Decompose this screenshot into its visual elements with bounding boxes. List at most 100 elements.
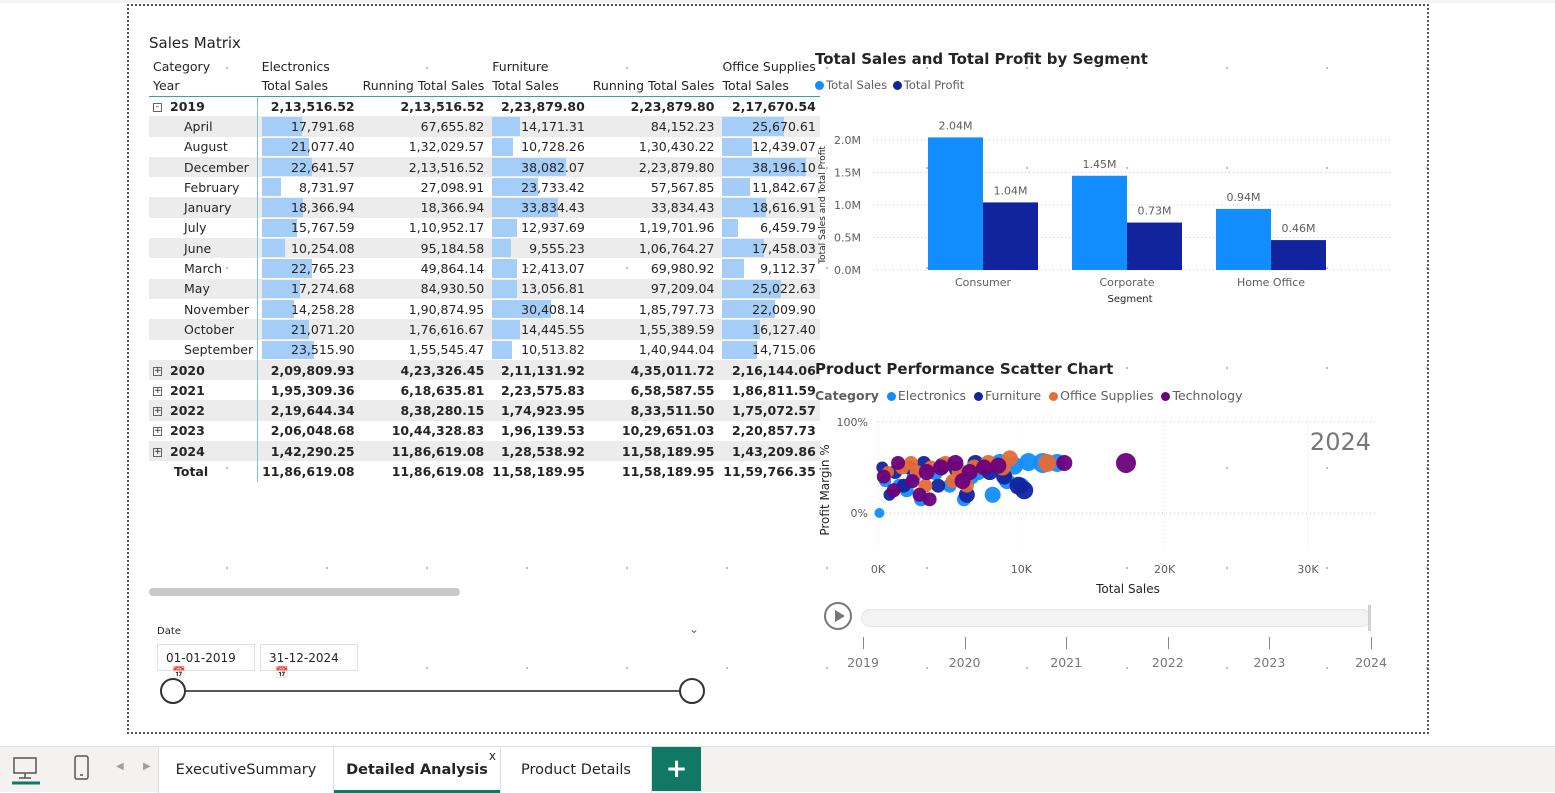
collapse-icon[interactable]: - — [153, 102, 162, 112]
header-total-sales[interactable]: Total Sales — [257, 76, 359, 97]
legend-dot-total-profit — [892, 81, 902, 90]
matrix-row-month[interactable]: September 23,515.90 1,55,545.47 10,513.82 1,… — [149, 339, 820, 360]
cell-value: 10,44,328.83 — [391, 423, 485, 439]
date-range-track[interactable] — [173, 690, 693, 692]
cell-value: 69,980.92 — [650, 261, 715, 277]
row-header[interactable]: +2020 — [149, 359, 258, 381]
header-electronics[interactable]: Electronics — [258, 56, 359, 76]
chevron-right-icon[interactable]: ▶ — [143, 761, 151, 772]
row-header[interactable]: +2024 — [149, 441, 258, 462]
legend-electronics[interactable]: Electronics — [898, 388, 966, 403]
legend-total-sales[interactable]: Total Sales — [826, 78, 887, 92]
add-page-button[interactable]: + — [652, 747, 701, 791]
matrix-row-month[interactable]: August 21,077.40 1,32,029.57 10,728.26 1,30,… — [149, 136, 820, 157]
matrix-row-month[interactable]: December 22,641.57 2,13,516.52 38,082.07 2,2… — [149, 156, 820, 178]
play-axis-year-label[interactable]: 2024 — [1355, 655, 1387, 670]
expand-icon[interactable]: + — [153, 386, 162, 396]
play-axis-thumb[interactable] — [1368, 605, 1371, 631]
scatter-point — [1015, 481, 1034, 500]
data-bar — [492, 117, 520, 136]
calendar-icon[interactable]: 📅 — [275, 666, 289, 679]
desktop-view-icon[interactable] — [12, 755, 40, 789]
play-axis-year-label[interactable]: 2023 — [1253, 655, 1285, 670]
legend-technology[interactable]: Technology — [1172, 388, 1242, 403]
product-scatter-chart[interactable]: Product Performance Scatter Chart Catego… — [815, 360, 1395, 600]
matrix-row-year[interactable]: +2021 1,95,309.36 6,18,635.81 2,23,575.83 6,… — [149, 380, 820, 401]
legend-total-profit[interactable]: Total Profit — [904, 78, 965, 92]
matrix-row-year[interactable]: +2023 2,06,048.68 10,44,328.83 1,96,139.53 1… — [149, 420, 820, 442]
tab-detailed-analysis[interactable]: Detailed Analysis x — [334, 747, 501, 793]
scatter-point — [976, 459, 993, 476]
expand-icon[interactable]: + — [153, 366, 162, 376]
start-date-input[interactable]: 01-01-2019📅 — [157, 644, 255, 679]
cell-value: 30,408.14 — [521, 301, 585, 317]
end-date-input[interactable]: 31-12-2024📅 — [260, 644, 358, 679]
matrix-row-month[interactable]: April 17,791.68 67,655.82 14,171.31 84,152.2… — [149, 116, 820, 137]
matrix-row-year[interactable]: +2022 2,19,644.34 8,38,280.15 1,74,923.95 8,… — [149, 400, 820, 421]
matrix-row-total[interactable]: Total 11,86,619.08 11,86,619.08 11,58,189.9… — [149, 461, 820, 482]
date-slicer[interactable]: Date ⌄ 01-01-2019📅 31-12-2024📅 — [157, 622, 707, 712]
mobile-view-icon[interactable] — [72, 755, 92, 787]
matrix-row-month[interactable]: March 22,765.23 49,864.14 12,413.07 69,980.9… — [149, 258, 820, 279]
matrix-cell: 17,458.03 — [718, 238, 820, 259]
expand-icon[interactable]: + — [153, 407, 162, 417]
tab-executive-summary[interactable]: ExecutiveSummary — [158, 747, 334, 793]
row-label: December — [184, 159, 249, 175]
chevron-down-icon[interactable]: ⌄ — [689, 622, 699, 636]
cell-value: 49,864.14 — [420, 261, 485, 277]
row-header[interactable]: +2022 — [149, 400, 258, 421]
expand-icon[interactable]: + — [153, 427, 162, 437]
close-icon[interactable]: x — [489, 749, 496, 763]
matrix-row-2019[interactable]: -2019 2,13,516.52 2,13,516.52 2,23,879.80 2,… — [149, 96, 820, 117]
play-axis-year-label[interactable]: 2021 — [1050, 655, 1082, 670]
cell-value: 1,42,290.25 — [270, 443, 355, 459]
chevron-left-icon[interactable]: ◀ — [116, 761, 124, 772]
header-running-total[interactable]: Running Total Sales — [358, 76, 489, 97]
legend-furniture[interactable]: Furniture — [985, 388, 1041, 403]
play-icon[interactable] — [824, 602, 852, 630]
expand-icon[interactable]: + — [153, 447, 162, 457]
cell-value: 10,29,651.03 — [621, 423, 715, 439]
tab-label: Detailed Analysis — [346, 762, 488, 778]
matrix-row-month[interactable]: February 8,731.97 27,098.91 23,733.42 57,567… — [149, 177, 820, 198]
matrix-cell: 8,731.97 — [257, 177, 359, 198]
header-office-supplies[interactable]: Office Supplies — [718, 56, 819, 76]
matrix-row-month[interactable]: January 18,366.94 18,366.94 33,834.43 33,834… — [149, 197, 820, 218]
legend-office-supplies[interactable]: Office Supplies — [1060, 388, 1153, 403]
header-furniture[interactable]: Furniture — [488, 56, 589, 76]
cell-value: 2,23,879.80 — [500, 98, 585, 114]
header-running-total[interactable]: Running Total Sales — [588, 76, 719, 97]
row-header[interactable]: +2021 — [149, 380, 258, 400]
range-start-handle[interactable] — [160, 678, 186, 704]
range-end-handle[interactable] — [679, 678, 705, 704]
matrix-row-month[interactable]: October 21,071.20 1,76,616.67 14,445.55 1,55… — [149, 319, 820, 340]
play-axis-track[interactable] — [861, 609, 1371, 627]
matrix-cell: 14,171.31 — [488, 116, 589, 137]
play-axis-year-label[interactable]: 2020 — [949, 655, 981, 670]
row-header[interactable]: +2023 — [149, 421, 258, 441]
matrix-cell: 22,765.23 — [257, 258, 359, 279]
data-label: 1.04M — [994, 184, 1028, 197]
tab-label: Product Details — [521, 762, 631, 778]
matrix-row-year[interactable]: +2024 1,42,290.25 11,86,619.08 1,28,538.92 1… — [149, 441, 820, 462]
play-axis-year-label[interactable]: 2022 — [1152, 655, 1184, 670]
header-total-sales[interactable]: Total Sales — [488, 76, 589, 97]
cell-value: 1,55,389.59 — [638, 321, 715, 337]
play-axis-year-label[interactable]: 2019 — [847, 655, 879, 670]
matrix-cell: 21,071.20 — [257, 319, 359, 340]
matrix-row-month[interactable]: June 10,254.08 95,184.58 9,555.23 1,06,764.2… — [149, 238, 820, 259]
matrix-row-month[interactable]: November 14,258.28 1,90,874.95 30,408.14 1,8… — [149, 298, 820, 320]
tab-product-details[interactable]: Product Details — [501, 747, 652, 793]
matrix-row-month[interactable]: July 15,767.59 1,10,952.17 12,937.69 1,19,70… — [149, 217, 820, 239]
matrix-cell: 1,30,430.22 — [589, 137, 719, 157]
matrix-cell: 38,196.10 — [718, 156, 820, 178]
sales-profit-bar-chart[interactable]: Total Sales and Total Profit by Segment … — [815, 50, 1395, 310]
matrix-horizontal-scrollbar[interactable] — [149, 588, 460, 596]
matrix-cell: 8,33,511.50 — [588, 400, 719, 421]
header-total-sales[interactable]: Total Sales — [718, 76, 820, 97]
matrix-cell: 14,715.06 — [718, 340, 819, 360]
play-axis[interactable]: 2019 2020 2021 2022 2023 2024 — [824, 600, 1387, 675]
row-header[interactable]: -2019 — [149, 96, 258, 116]
matrix-row-month[interactable]: May 17,274.68 84,930.50 13,056.81 97,209.04 2… — [149, 278, 820, 299]
matrix-row-year[interactable]: +2020 2,09,809.93 4,23,326.45 2,11,131.92 4,… — [149, 359, 820, 381]
